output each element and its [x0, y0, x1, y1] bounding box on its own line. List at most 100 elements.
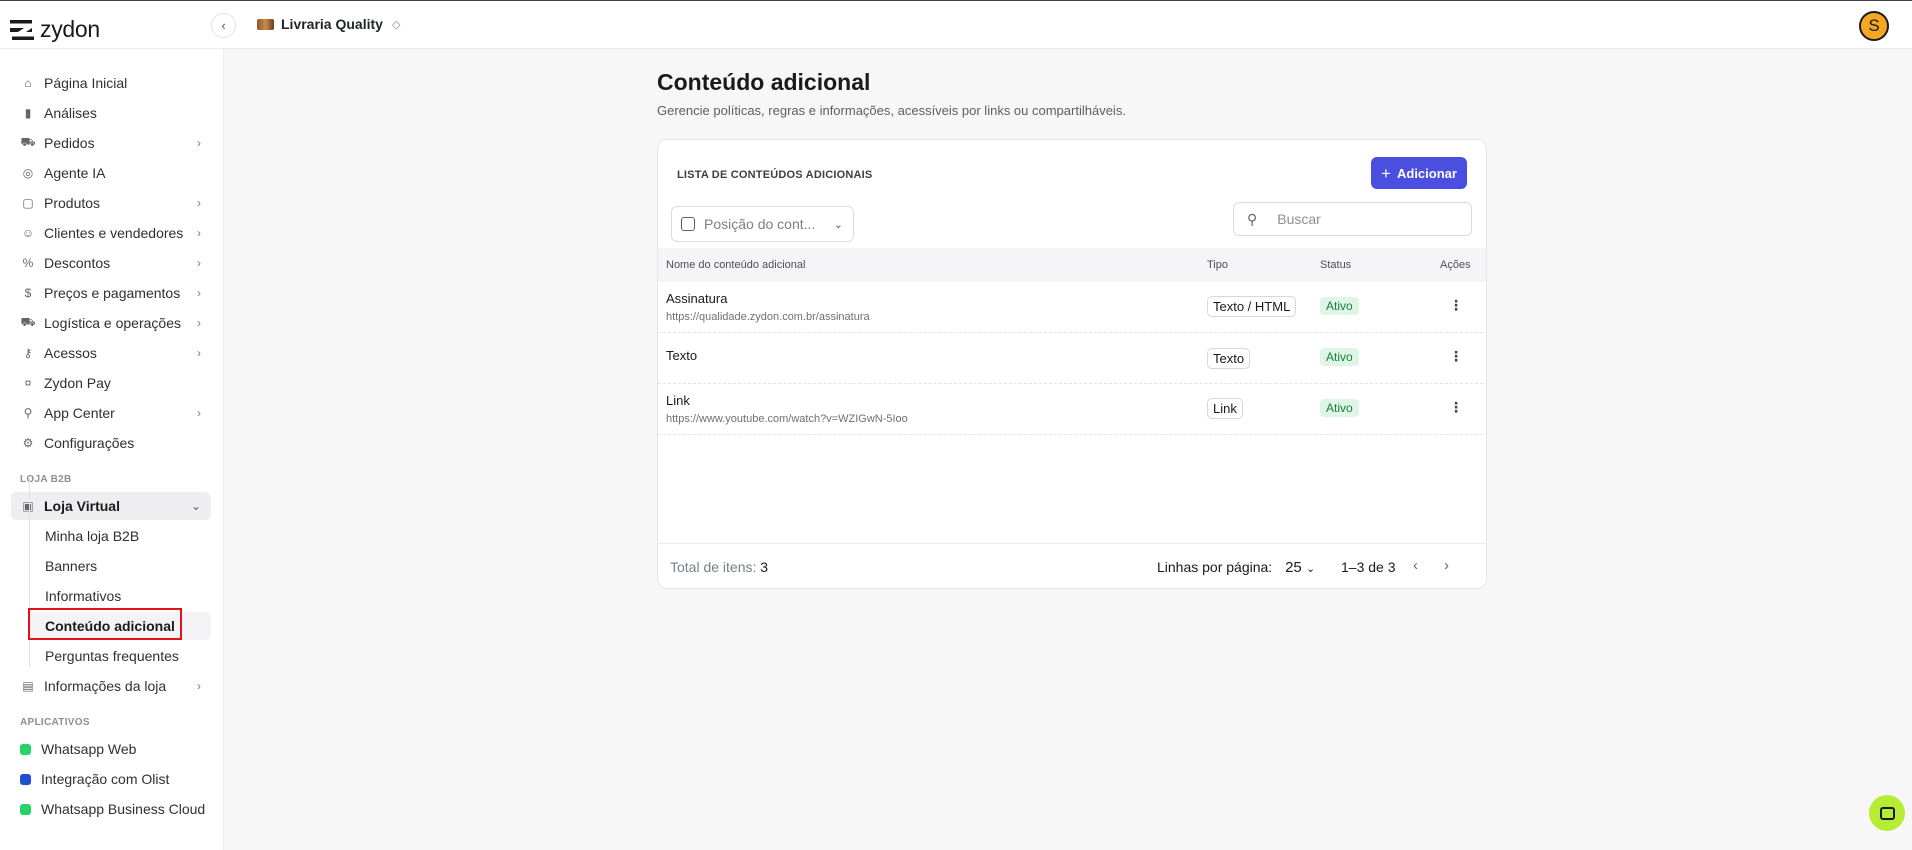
sidebar-item-label: Clientes e vendedores	[44, 225, 184, 241]
row-actions-menu-icon[interactable]: ⋮	[1449, 348, 1463, 365]
id-card-icon: ▤	[22, 679, 34, 693]
sidebar-item-agente-ia[interactable]: ◎ Agente IA	[11, 159, 211, 187]
status-badge: Ativo	[1320, 348, 1359, 366]
sidebar-item-informacoes-loja[interactable]: ▤ Informações da loja ›	[11, 672, 211, 700]
chevron-left-icon: ‹	[221, 18, 226, 33]
chevron-right-icon: ›	[197, 346, 201, 360]
collapse-sidebar-button[interactable]: ‹	[211, 13, 236, 38]
sidebar-item-precos-pagamentos[interactable]: $ Preços e pagamentos ›	[11, 279, 211, 307]
next-page-icon[interactable]: ›	[1444, 557, 1449, 574]
plug-icon: ⚲	[23, 406, 33, 420]
section-label-aplicativos: APLICATIVOS	[20, 717, 90, 728]
sidebar-item-produtos[interactable]: ▢ Produtos ›	[11, 189, 211, 217]
sidebar-item-clientes-vendedores[interactable]: ☺ Clientes e vendedores ›	[11, 219, 211, 247]
row-url[interactable]: https://www.youtube.com/watch?v=WZIGwN-5…	[666, 413, 908, 425]
sidebar-item-zydon-pay[interactable]: ¤ Zydon Pay	[11, 369, 211, 397]
position-select[interactable]: Posição do cont... ⌄	[671, 206, 854, 242]
row-type-badge: Texto / HTML	[1207, 296, 1297, 317]
sidebar-item-pedidos[interactable]: ⛟ Pedidos ›	[11, 129, 211, 157]
row-name: Link	[666, 393, 690, 408]
box-icon: ▢	[22, 196, 34, 210]
key-users-icon: ⚷	[23, 346, 33, 360]
whatsapp-icon	[20, 803, 31, 815]
row-actions-menu-icon[interactable]: ⋮	[1449, 297, 1463, 314]
sidebar-item-label: Acessos	[44, 345, 97, 361]
sidebar-item-app-center[interactable]: ⚲ App Center ›	[11, 399, 211, 427]
chat-bubble-icon	[1879, 806, 1895, 820]
total-items-label: Total de itens:	[670, 559, 757, 575]
app-item-label: Integração com Olist	[41, 771, 170, 787]
chevron-right-icon: ›	[197, 316, 201, 330]
ai-agent-icon: ◎	[22, 166, 34, 180]
sidebar-item-label: Descontos	[44, 255, 111, 271]
users-icon: ☺	[21, 226, 35, 240]
app-item-label: Whatsapp Web	[41, 741, 137, 757]
table-header: Nome do conteúdo adicional Tipo Status A…	[658, 248, 1486, 282]
row-type-badge: Texto	[1207, 348, 1251, 369]
add-button[interactable]: + Adicionar	[1371, 157, 1467, 189]
pagination-footer: Total de itens: 3 Linhas por página: 25 …	[658, 543, 1486, 588]
app-item-whatsapp-web[interactable]: Whatsapp Web	[20, 737, 136, 761]
chat-support-button[interactable]	[1869, 795, 1905, 831]
section-label-loja-b2b: LOJA B2B	[20, 474, 72, 485]
brand-logo[interactable]: zydon	[10, 16, 100, 43]
sidebar-item-analises[interactable]: ▮ Análises	[11, 99, 211, 127]
sidebar-item-label: App Center	[44, 405, 115, 421]
column-header-status: Status	[1320, 259, 1352, 271]
column-header-type: Tipo	[1207, 259, 1228, 271]
row-actions-menu-icon[interactable]: ⋮	[1449, 399, 1463, 416]
dollar-icon: $	[24, 286, 32, 300]
page-subtitle: Gerencie políticas, regras e informações…	[657, 103, 1126, 118]
sidebar-item-label: Logística e operações	[44, 315, 181, 331]
search-input[interactable]: ⚲ Buscar	[1233, 202, 1472, 236]
pagination-range: 1–3 de 3	[1341, 559, 1396, 575]
user-avatar[interactable]: S	[1859, 11, 1889, 41]
rows-per-page: Linhas por página: 25 ⌄	[1157, 559, 1315, 576]
table-row[interactable]: Link https://www.youtube.com/watch?v=WZI…	[658, 384, 1486, 435]
brand-name: zydon	[40, 16, 100, 42]
sidebar-item-loja-virtual[interactable]: ▣ Loja Virtual ⌄	[11, 492, 211, 520]
row-name: Assinatura	[666, 291, 728, 306]
sidebar-subitem-informativos[interactable]: Informativos	[45, 582, 121, 610]
sidebar-item-acessos[interactable]: ⚷ Acessos ›	[11, 339, 211, 367]
sidebar-item-label: Pedidos	[44, 135, 95, 151]
app-item-label: Whatsapp Business Cloud	[41, 801, 206, 817]
sidebar-item-pagina-inicial[interactable]: ⌂ Página Inicial	[11, 69, 211, 97]
sidebar-item-label: Produtos	[44, 195, 101, 211]
storefront-icon: ▣	[22, 499, 34, 513]
column-header-actions: Ações	[1440, 259, 1471, 271]
sidebar-item-descontos[interactable]: % Descontos ›	[11, 249, 211, 277]
sidebar-item-logistica-operacoes[interactable]: ⛟ Logística e operações ›	[11, 309, 211, 337]
content-list-card: LISTA DE CONTEÚDOS ADICIONAIS + Adiciona…	[657, 139, 1487, 589]
search-placeholder: Buscar	[1277, 211, 1321, 227]
sidebar-item-label: Configurações	[44, 435, 135, 451]
store-name: Livraria Quality	[281, 16, 383, 32]
card-title: LISTA DE CONTEÚDOS ADICIONAIS	[677, 169, 873, 181]
column-header-name: Nome do conteúdo adicional	[666, 259, 806, 271]
table-row[interactable]: Assinatura https://qualidade.zydon.com.b…	[658, 282, 1486, 333]
rows-per-page-label: Linhas por página:	[1157, 559, 1273, 575]
app-item-whatsapp-business-cloud[interactable]: Whatsapp Business Cloud	[20, 797, 205, 821]
store-logo-icon	[257, 18, 274, 30]
chevron-down-icon: ⌄	[190, 499, 201, 513]
sidebar-item-label: Loja Virtual	[44, 498, 120, 514]
row-name: Texto	[666, 348, 698, 363]
row-url[interactable]: https://qualidade.zydon.com.br/assinatur…	[666, 311, 870, 323]
store-switcher[interactable]: Livraria Quality ◇	[257, 16, 400, 32]
table-row[interactable]: Texto Texto Ativo ⋮	[658, 333, 1486, 384]
sidebar-item-label: Agente IA	[44, 165, 106, 181]
sidebar-subitem-minha-loja-b2b[interactable]: Minha loja B2B	[45, 522, 139, 550]
app-item-integracao-olist[interactable]: Integração com Olist	[20, 767, 169, 791]
sidebar-subitem-perguntas-frequentes[interactable]: Perguntas frequentes	[45, 642, 179, 670]
gear-icon: ⚙	[22, 436, 34, 450]
rows-per-page-select[interactable]: 25 ⌄	[1285, 559, 1315, 576]
sidebar-item-label: Preços e pagamentos	[44, 285, 181, 301]
sidebar-subitem-banners[interactable]: Banners	[45, 552, 97, 580]
previous-page-icon[interactable]: ‹	[1413, 557, 1418, 574]
sidebar-item-configuracoes[interactable]: ⚙ Configurações	[11, 429, 211, 457]
add-button-label: Adicionar	[1396, 165, 1457, 181]
total-items: Total de itens: 3	[670, 559, 768, 575]
status-badge: Ativo	[1320, 399, 1359, 417]
page-title: Conteúdo adicional	[657, 69, 871, 95]
chevron-right-icon: ›	[197, 679, 201, 693]
